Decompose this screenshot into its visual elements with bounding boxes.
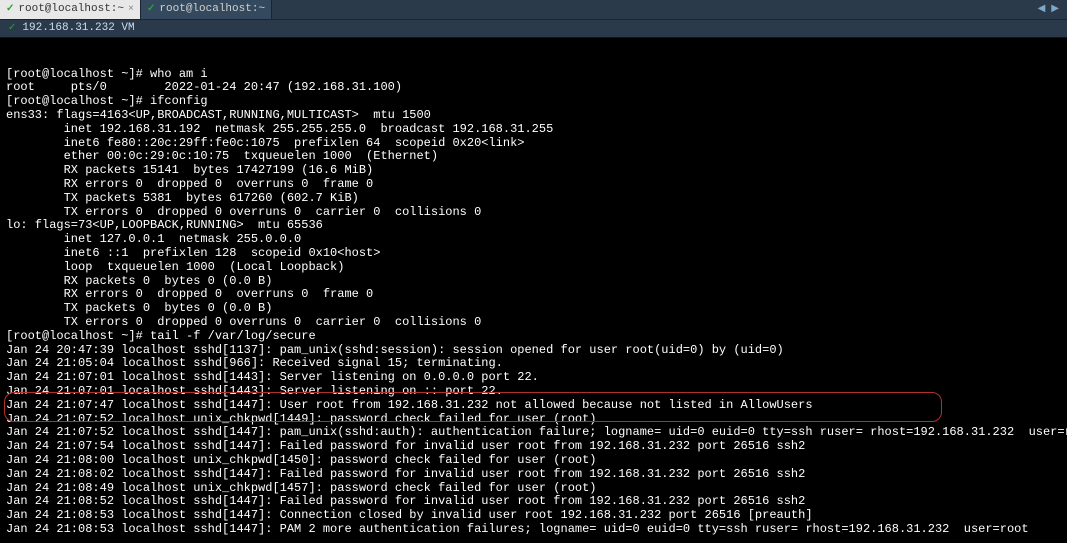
terminal-line: ether 00:0c:29:0c:10:75 txqueuelen 1000 …	[6, 150, 1061, 164]
terminal-line: [root@localhost ~]# ifconfig	[6, 95, 1061, 109]
nav-right-icon[interactable]: ▶	[1051, 4, 1059, 16]
terminal-line: TX packets 5381 bytes 617260 (602.7 KiB)	[6, 192, 1061, 206]
terminal-line: inet6 fe80::20c:29ff:fe0c:1075 prefixlen…	[6, 137, 1061, 151]
terminal-line: [root@localhost ~]# tail -f /var/log/sec…	[6, 330, 1061, 344]
terminal-line: inet 127.0.0.1 netmask 255.0.0.0	[6, 233, 1061, 247]
terminal-line: loop txqueuelen 1000 (Local Loopback)	[6, 261, 1061, 275]
close-icon[interactable]: ×	[128, 4, 134, 16]
check-icon: ✓	[6, 4, 14, 16]
terminal-line: Jan 24 21:08:02 localhost sshd[1447]: Fa…	[6, 468, 1061, 482]
terminal-line: Jan 24 21:07:52 localhost sshd[1447]: pa…	[6, 426, 1061, 440]
terminal-line: root pts/0 2022-01-24 20:47 (192.168.31.…	[6, 81, 1061, 95]
terminal-line: Jan 24 20:47:39 localhost sshd[1137]: pa…	[6, 344, 1061, 358]
terminal-line: Jan 24 21:08:00 localhost unix_chkpwd[14…	[6, 454, 1061, 468]
terminal-line: RX packets 15141 bytes 17427199 (16.6 Mi…	[6, 164, 1061, 178]
terminal-line: Jan 24 21:07:01 localhost sshd[1443]: Se…	[6, 371, 1061, 385]
terminal-line: Jan 24 21:08:49 localhost unix_chkpwd[14…	[6, 482, 1061, 496]
tab-label: root@localhost:~	[159, 3, 265, 16]
tab-label: root@localhost:~	[18, 3, 124, 16]
tab-2[interactable]: ✓ root@localhost:~	[141, 0, 272, 19]
terminal-line: Jan 24 21:07:01 localhost sshd[1443]: Se…	[6, 385, 1061, 399]
session-title: 192.168.31.232 VM	[22, 22, 134, 35]
tab-1[interactable]: ✓ root@localhost:~ ×	[0, 0, 141, 19]
check-icon: ✓	[8, 23, 16, 35]
terminal-line: ens33: flags=4163<UP,BROADCAST,RUNNING,M…	[6, 109, 1061, 123]
terminal-line: RX errors 0 dropped 0 overruns 0 frame 0	[6, 178, 1061, 192]
tab-nav: ◀ ▶	[1030, 0, 1067, 19]
terminal-line: Jan 24 21:07:52 localhost unix_chkpwd[14…	[6, 413, 1061, 427]
nav-left-icon[interactable]: ◀	[1038, 4, 1046, 16]
terminal-line: TX packets 0 bytes 0 (0.0 B)	[6, 302, 1061, 316]
terminal-line: inet 192.168.31.192 netmask 255.255.255.…	[6, 123, 1061, 137]
terminal-line: RX errors 0 dropped 0 overruns 0 frame 0	[6, 288, 1061, 302]
terminal-line: Jan 24 21:07:54 localhost sshd[1447]: Fa…	[6, 440, 1061, 454]
terminal-line: [root@localhost ~]# who am i	[6, 68, 1061, 82]
terminal-line: Jan 24 21:05:04 localhost sshd[966]: Rec…	[6, 357, 1061, 371]
terminal-line: Jan 24 21:08:52 localhost sshd[1447]: Fa…	[6, 495, 1061, 509]
check-icon: ✓	[147, 4, 155, 16]
title-bar: ✓ 192.168.31.232 VM	[0, 20, 1067, 38]
terminal-line: TX errors 0 dropped 0 overruns 0 carrier…	[6, 206, 1061, 220]
terminal-line: Jan 24 21:07:47 localhost sshd[1447]: Us…	[6, 399, 1061, 413]
terminal-line: TX errors 0 dropped 0 overruns 0 carrier…	[6, 316, 1061, 330]
tab-bar: ✓ root@localhost:~ × ✓ root@localhost:~ …	[0, 0, 1067, 20]
terminal-output[interactable]: [root@localhost ~]# who am iroot pts/0 2…	[0, 38, 1067, 543]
terminal-line: lo: flags=73<UP,LOOPBACK,RUNNING> mtu 65…	[6, 219, 1061, 233]
terminal-line: inet6 ::1 prefixlen 128 scopeid 0x10<hos…	[6, 247, 1061, 261]
terminal-line: RX packets 0 bytes 0 (0.0 B)	[6, 275, 1061, 289]
terminal-line: Jan 24 21:08:53 localhost sshd[1447]: PA…	[6, 523, 1061, 537]
terminal-line: Jan 24 21:08:53 localhost sshd[1447]: Co…	[6, 509, 1061, 523]
